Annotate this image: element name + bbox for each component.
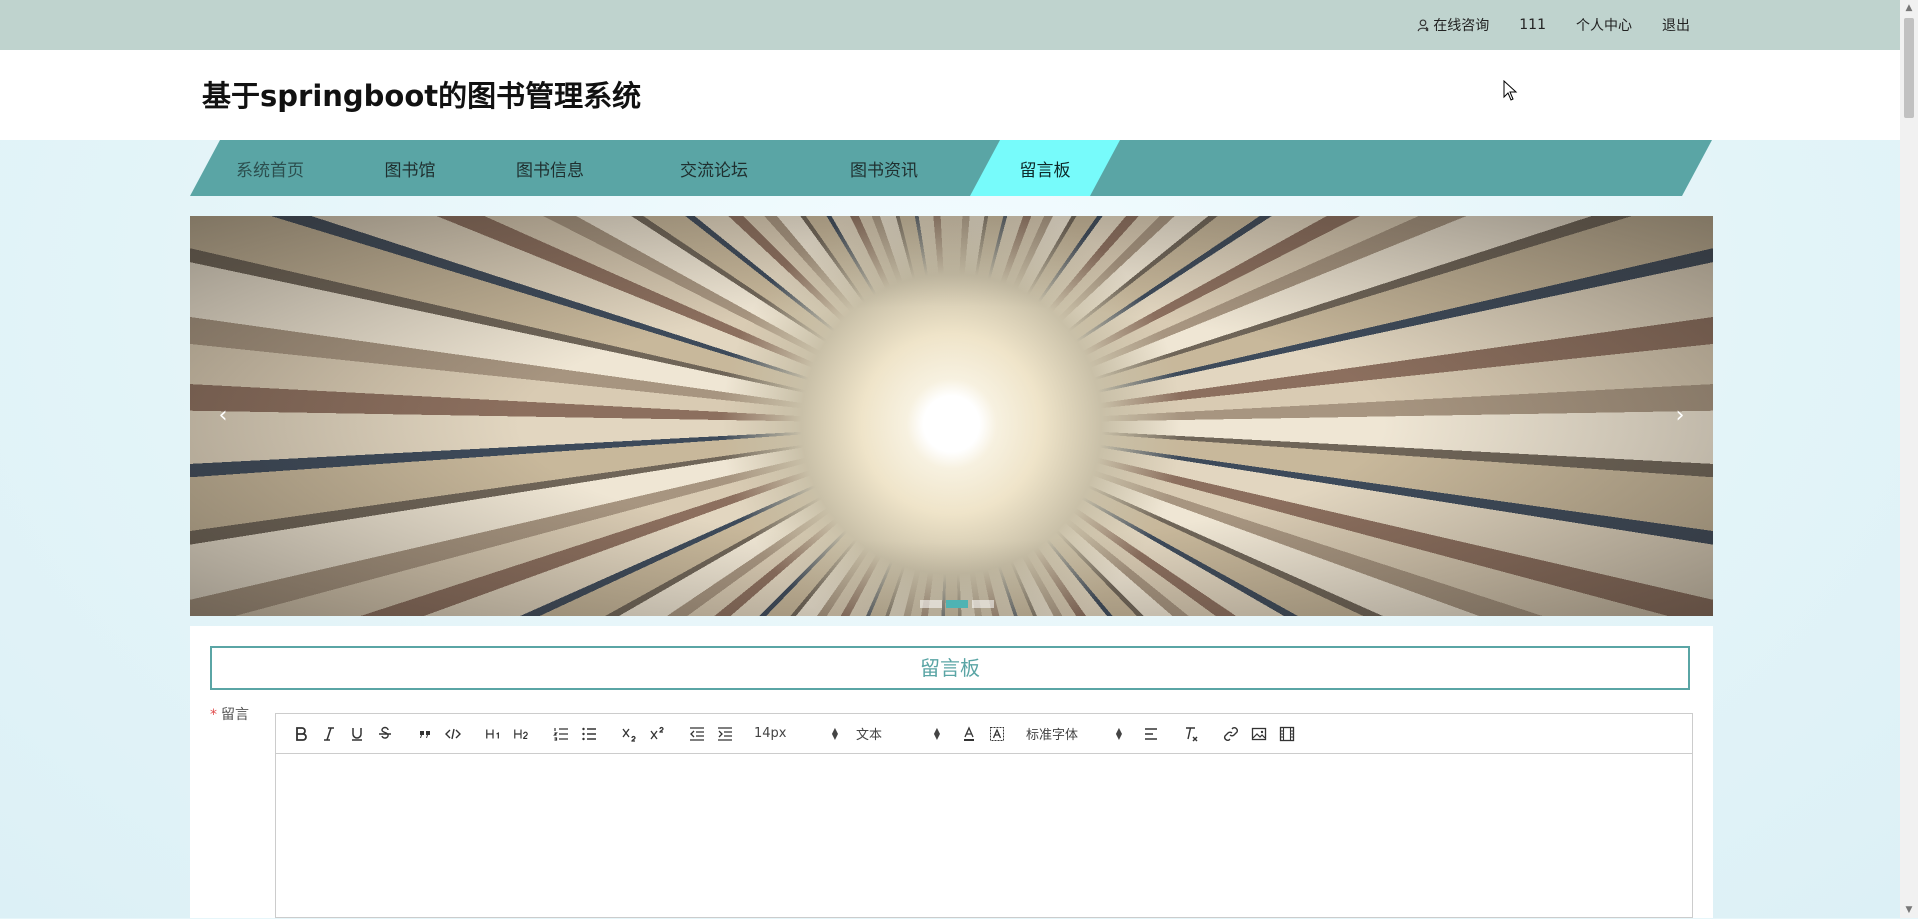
message-board-panel: 留言板 * 留言 14px ▲ ▼ 文本 ▲ ▼ 标准字体 ▲ ▼ — [190, 626, 1713, 918]
main-nav: 系统首页 图书馆 图书信息 交流论坛 图书资讯 留言板 — [190, 140, 1712, 196]
required-mark: * — [210, 707, 217, 723]
user-service-icon — [1417, 19, 1429, 32]
banner-carousel: ‹ › — [190, 216, 1713, 616]
strikethrough-icon — [379, 726, 391, 739]
rich-text-editor: 14px ▲ ▼ 文本 ▲ ▼ 标准字体 ▲ ▼ — [275, 713, 1693, 918]
indent-icon — [718, 726, 732, 741]
font-color-icon — [964, 725, 974, 741]
align-left-icon — [1145, 727, 1157, 740]
clear-format-icon — [1186, 726, 1198, 741]
bullet-list-button[interactable] — [578, 723, 600, 745]
page-scrollbar[interactable]: ▲ ▼ — [1900, 0, 1918, 918]
code-icon — [445, 728, 461, 739]
ordered-list-button[interactable] — [550, 723, 572, 745]
banner-image — [190, 216, 1713, 616]
italic-icon — [324, 726, 334, 741]
site-title: 基于springboot的图书管理系统 — [202, 79, 642, 113]
superscript-icon — [650, 726, 664, 739]
message-label-text: 留言 — [221, 707, 249, 723]
video-icon — [1279, 726, 1295, 741]
scroll-down-arrow-icon[interactable]: ▼ — [1900, 902, 1918, 918]
heading-2-button[interactable] — [510, 723, 532, 745]
message-editor-area[interactable] — [276, 754, 1692, 919]
outdent-button[interactable] — [686, 723, 708, 745]
nav-item-forum[interactable]: 交流论坛 — [630, 140, 798, 196]
select-arrows-icon: ▲ ▼ — [831, 725, 838, 741]
quote-icon — [420, 730, 430, 738]
carousel-prev-button[interactable]: ‹ — [208, 401, 238, 431]
heading-2-icon — [514, 729, 528, 739]
carousel-next-button[interactable]: › — [1665, 401, 1695, 431]
italic-button[interactable] — [318, 723, 340, 745]
align-button[interactable] — [1140, 723, 1162, 745]
nav-item-book-info[interactable]: 图书信息 — [470, 140, 630, 196]
nav-items: 系统首页 图书馆 图书信息 交流论坛 图书资讯 留言板 — [190, 140, 1120, 196]
editor-toolbar: 14px ▲ ▼ 文本 ▲ ▼ 标准字体 ▲ ▼ — [276, 714, 1692, 754]
strike-button[interactable] — [374, 723, 396, 745]
bullet-list-icon — [582, 727, 596, 740]
nav-item-message-board[interactable]: 留言板 — [970, 140, 1120, 196]
background-color-icon — [990, 726, 1004, 741]
scroll-up-arrow-icon[interactable]: ▲ — [1900, 0, 1918, 16]
select-arrows-icon: ▲ ▼ — [933, 725, 940, 741]
code-block-button[interactable] — [442, 723, 464, 745]
carousel-dot[interactable] — [920, 600, 942, 608]
outdent-icon — [690, 726, 704, 741]
username-link[interactable]: 111 — [1519, 17, 1546, 33]
indent-button[interactable] — [714, 723, 736, 745]
site-header: 基于springboot的图书管理系统 — [0, 50, 1900, 140]
carousel-indicators — [920, 600, 994, 608]
underline-icon — [352, 727, 362, 741]
image-icon — [1251, 727, 1267, 740]
board-title: 留言板 — [210, 646, 1690, 690]
carousel-dot[interactable] — [972, 600, 994, 608]
nav-item-library[interactable]: 图书馆 — [350, 140, 470, 196]
profile-link[interactable]: 个人中心 — [1576, 15, 1632, 35]
message-field-label: * 留言 — [210, 704, 249, 724]
online-consult-label: 在线咨询 — [1433, 18, 1490, 34]
ordered-list-icon — [553, 727, 568, 741]
underline-button[interactable] — [346, 723, 368, 745]
header-value: 文本 — [856, 728, 883, 743]
bold-icon — [296, 726, 307, 741]
heading-1-button[interactable] — [482, 723, 504, 745]
subscript-icon — [622, 728, 636, 742]
superscript-button[interactable] — [646, 723, 668, 745]
blockquote-button[interactable] — [414, 723, 436, 745]
link-icon — [1224, 726, 1238, 741]
font-size-value: 14px — [754, 726, 787, 741]
logout-link[interactable]: 退出 — [1662, 15, 1690, 35]
bold-button[interactable] — [290, 723, 312, 745]
online-consult-link[interactable]: 在线咨询 — [1416, 15, 1489, 35]
subscript-button[interactable] — [618, 723, 640, 745]
top-links: 在线咨询 111 个人中心 退出 — [1416, 0, 1690, 50]
top-bar: 在线咨询 111 个人中心 退出 — [0, 0, 1900, 50]
insert-image-button[interactable] — [1248, 723, 1270, 745]
insert-link-button[interactable] — [1220, 723, 1242, 745]
nav-item-book-news[interactable]: 图书资讯 — [798, 140, 970, 196]
background-color-button[interactable] — [986, 723, 1008, 745]
nav-item-home[interactable]: 系统首页 — [190, 140, 350, 196]
heading-1-icon — [486, 729, 499, 738]
font-color-button[interactable] — [958, 723, 980, 745]
clear-format-button[interactable] — [1180, 723, 1202, 745]
select-arrows-icon: ▲ ▼ — [1115, 725, 1122, 741]
font-family-value: 标准字体 — [1026, 728, 1079, 743]
header-select[interactable]: 文本 ▲ ▼ — [856, 723, 940, 745]
mouse-cursor-icon — [1503, 80, 1518, 101]
font-size-select[interactable]: 14px ▲ ▼ — [754, 723, 838, 745]
insert-video-button[interactable] — [1276, 723, 1298, 745]
font-family-select[interactable]: 标准字体 ▲ ▼ — [1026, 723, 1122, 745]
carousel-dot-active[interactable] — [946, 600, 968, 608]
scroll-thumb[interactable] — [1904, 18, 1914, 118]
